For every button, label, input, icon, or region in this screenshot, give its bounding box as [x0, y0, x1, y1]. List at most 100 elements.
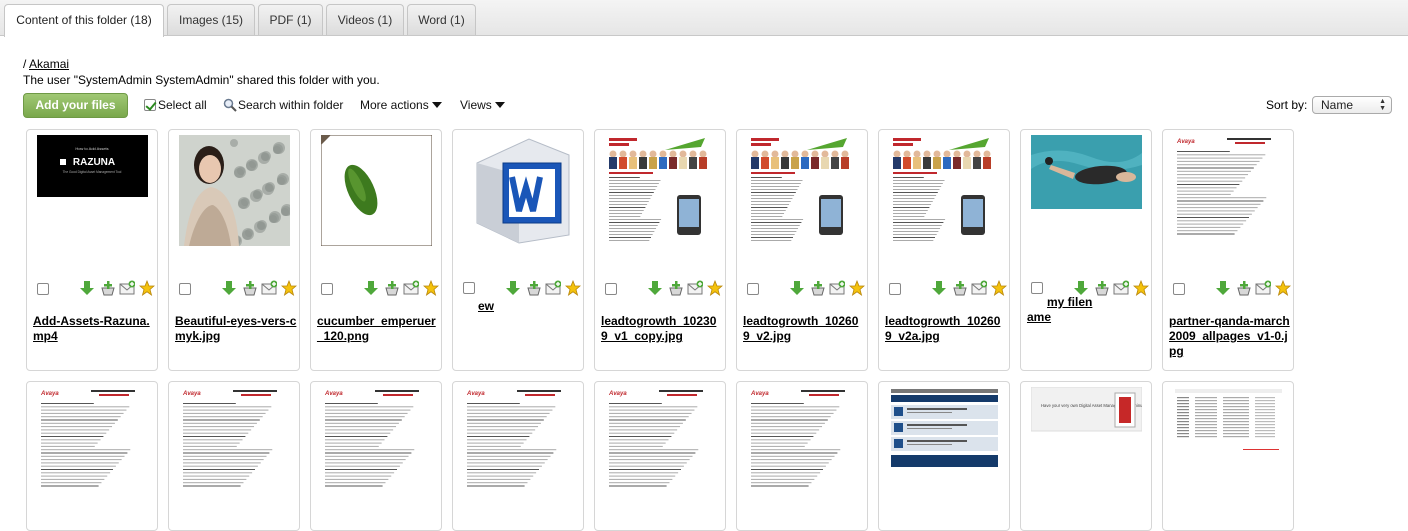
thumbnail[interactable]: Avaya — [179, 387, 290, 498]
select-all-checkbox[interactable] — [144, 99, 156, 111]
asset-name-link[interactable]: leadtogrowth_102609_v2.jpg — [743, 314, 865, 344]
asset-card[interactable]: Avaya — [168, 381, 300, 531]
asset-select-checkbox[interactable] — [747, 283, 759, 295]
favorite-star-icon[interactable] — [706, 279, 724, 296]
asset-card[interactable]: Beautiful-eyes-vers-cmyk.jpg — [168, 129, 300, 371]
asset-select-checkbox[interactable] — [1031, 282, 1043, 294]
thumbnail[interactable]: Avaya — [605, 387, 716, 498]
download-icon[interactable] — [789, 280, 805, 296]
download-icon[interactable] — [647, 280, 663, 296]
asset-card[interactable]: leadtogrowth_102609_v2.jpg — [736, 129, 868, 371]
asset-name-link[interactable]: my filename — [1027, 295, 1097, 325]
send-email-icon[interactable] — [545, 280, 562, 296]
asset-card[interactable]: ew — [452, 129, 584, 371]
thumbnail[interactable] — [889, 135, 1000, 246]
tab-word[interactable]: Word (1) — [407, 4, 476, 35]
send-email-icon[interactable] — [829, 280, 846, 296]
asset-card[interactable]: Avaya — [452, 381, 584, 531]
asset-select-checkbox[interactable] — [1173, 283, 1185, 295]
breadcrumb-folder-link[interactable]: Akamai — [29, 57, 69, 71]
add-to-basket-icon[interactable] — [526, 280, 542, 296]
thumbnail[interactable]: Avaya — [37, 387, 148, 498]
search-within-folder-link[interactable]: Search within folder — [223, 98, 343, 112]
favorite-star-icon[interactable] — [848, 279, 866, 296]
favorite-star-icon[interactable] — [422, 279, 440, 296]
thumbnail[interactable]: How to Add Assets RAZUNA The Good Digital … — [37, 135, 148, 246]
add-to-basket-icon[interactable] — [1236, 280, 1252, 296]
asset-name-link[interactable]: Add-Assets-Razuna.mp4 — [33, 314, 155, 344]
add-to-basket-icon[interactable] — [1094, 280, 1110, 296]
thumbnail[interactable] — [179, 135, 293, 247]
favorite-star-icon[interactable] — [990, 279, 1008, 296]
asset-name-link[interactable]: Beautiful-eyes-vers-cmyk.jpg — [175, 314, 297, 344]
download-icon[interactable] — [1073, 280, 1089, 296]
thumbnail[interactable]: Have your very own Digital Asset Managem… — [1030, 386, 1149, 498]
tab-content-of-folder[interactable]: Content of this folder (18) — [4, 4, 164, 37]
send-email-icon[interactable] — [971, 280, 988, 296]
add-to-basket-icon[interactable] — [810, 280, 826, 296]
download-icon[interactable] — [1215, 280, 1231, 296]
asset-select-checkbox[interactable] — [37, 283, 49, 295]
send-email-icon[interactable] — [1255, 280, 1272, 296]
asset-card[interactable] — [1162, 381, 1294, 531]
favorite-star-icon[interactable] — [1274, 279, 1292, 296]
asset-select-checkbox[interactable] — [463, 282, 475, 294]
asset-select-checkbox[interactable] — [321, 283, 333, 295]
send-email-icon[interactable] — [261, 280, 278, 296]
add-to-basket-icon[interactable] — [952, 280, 968, 296]
add-to-basket-icon[interactable] — [384, 280, 400, 296]
asset-select-checkbox[interactable] — [179, 283, 191, 295]
download-icon[interactable] — [221, 280, 237, 296]
asset-card[interactable]: Avaya — [26, 381, 158, 531]
send-email-icon[interactable] — [1113, 280, 1130, 296]
download-icon[interactable] — [505, 280, 521, 296]
asset-name-link[interactable]: ew — [478, 299, 504, 314]
send-email-icon[interactable] — [403, 280, 420, 296]
asset-card[interactable] — [878, 381, 1010, 531]
asset-card[interactable]: Have your very own Digital Asset Managem… — [1020, 381, 1152, 531]
select-all-control[interactable]: Select all — [144, 98, 207, 112]
favorite-star-icon[interactable] — [1132, 279, 1150, 296]
views-menu[interactable]: Views — [460, 98, 505, 112]
thumbnail[interactable] — [1031, 135, 1142, 246]
thumbnail[interactable]: Avaya — [1173, 135, 1284, 246]
add-to-basket-icon[interactable] — [668, 280, 684, 296]
asset-card[interactable]: my filename — [1020, 129, 1152, 371]
asset-name-link[interactable]: leadtogrowth_102609_v2a.jpg — [885, 314, 1007, 344]
asset-select-checkbox[interactable] — [889, 283, 901, 295]
thumbnail[interactable] — [463, 135, 574, 246]
asset-card[interactable]: Avaya — [594, 381, 726, 531]
asset-card[interactable]: Avaya — [310, 381, 442, 531]
download-icon[interactable] — [79, 280, 95, 296]
asset-name-link[interactable]: partner-qanda-march2009_allpages_v1-0.jp… — [1169, 314, 1291, 359]
download-icon[interactable] — [931, 280, 947, 296]
thumbnail[interactable]: Avaya — [747, 387, 858, 498]
thumbnail[interactable] — [605, 135, 716, 246]
send-email-icon[interactable] — [119, 280, 136, 296]
asset-card[interactable]: Avaya partner-qanda-march2009_allpages_v1… — [1162, 129, 1294, 371]
favorite-star-icon[interactable] — [280, 279, 298, 296]
tab-pdf[interactable]: PDF (1) — [258, 4, 323, 35]
asset-card[interactable]: Avaya — [736, 381, 868, 531]
thumbnail[interactable] — [747, 135, 858, 246]
thumbnail[interactable] — [1173, 387, 1284, 498]
download-icon[interactable] — [363, 280, 379, 296]
tab-images[interactable]: Images (15) — [167, 4, 255, 35]
asset-card[interactable]: leadtogrowth_102609_v2a.jpg — [878, 129, 1010, 371]
thumbnail[interactable]: Avaya — [321, 387, 432, 498]
thumbnail[interactable] — [889, 387, 1000, 498]
asset-card[interactable]: How to Add Assets RAZUNA The Good Digital … — [26, 129, 158, 371]
asset-card[interactable]: cucumber_emperuer_120.png — [310, 129, 442, 371]
send-email-icon[interactable] — [687, 280, 704, 296]
more-actions-menu[interactable]: More actions — [360, 98, 442, 112]
thumbnail[interactable]: Avaya — [463, 387, 574, 498]
asset-name-link[interactable]: leadtogrowth_102309_v1_copy.jpg — [601, 314, 723, 344]
asset-name-link[interactable]: cucumber_emperuer_120.png — [317, 314, 439, 344]
sort-by-select[interactable]: Name ▲ ▼ — [1312, 96, 1392, 114]
add-files-button[interactable]: Add your files — [23, 93, 128, 118]
asset-select-checkbox[interactable] — [605, 283, 617, 295]
favorite-star-icon[interactable] — [564, 279, 582, 296]
asset-card[interactable]: leadtogrowth_102309_v1_copy.jpg — [594, 129, 726, 371]
add-to-basket-icon[interactable] — [242, 280, 258, 296]
favorite-star-icon[interactable] — [138, 279, 156, 296]
